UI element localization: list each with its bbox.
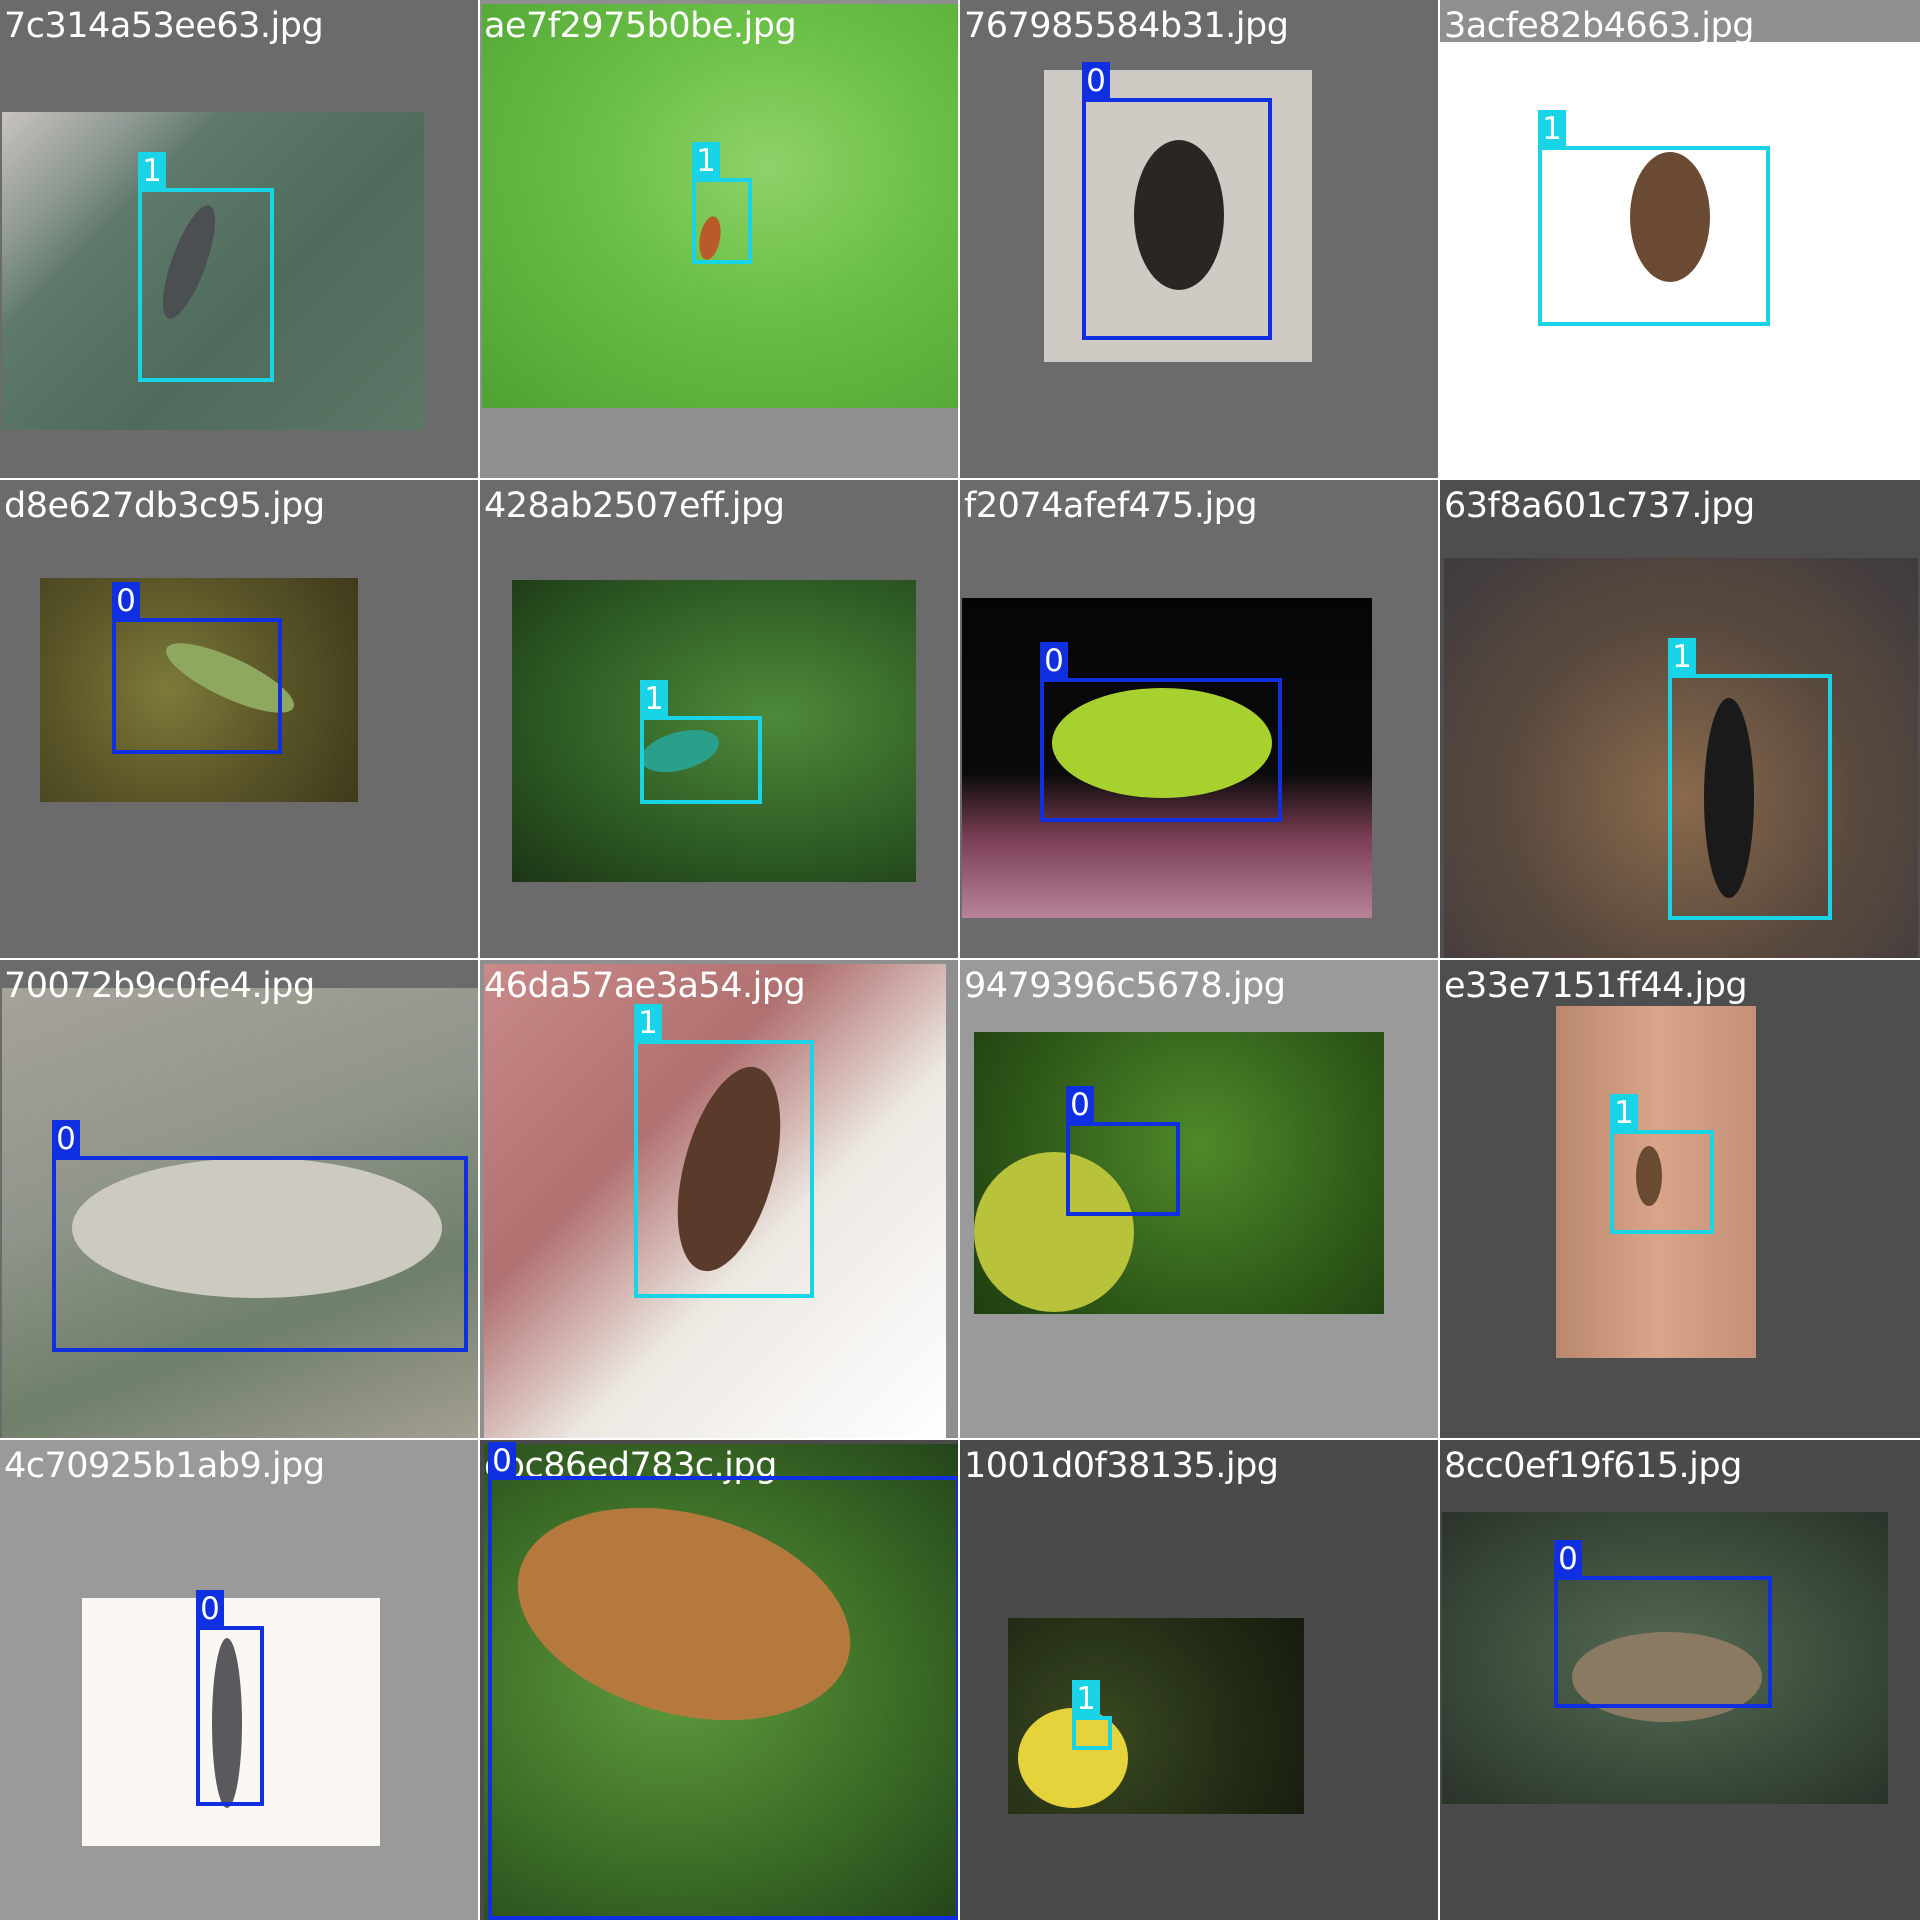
bounding-box [1554, 1576, 1772, 1708]
bounding-box [488, 1476, 958, 1920]
filename-label: 3acfe82b4663.jpg [1444, 6, 1754, 46]
filename-label: d8e627db3c95.jpg [4, 486, 325, 526]
bounding-box [640, 716, 762, 804]
bounding-box [1066, 1122, 1180, 1216]
filename-label: 8cc0ef19f615.jpg [1444, 1446, 1742, 1486]
tile-12: e33e7151ff44.jpg 1 [1440, 960, 1920, 1438]
bounding-box [1668, 674, 1832, 920]
class-tag: 1 [1610, 1094, 1638, 1132]
filename-label: 70072b9c0fe4.jpg [4, 966, 315, 1006]
filename-label: 46da57ae3a54.jpg [484, 966, 806, 1006]
filename-label: 767985584b31.jpg [964, 6, 1289, 46]
bounding-box [692, 178, 752, 264]
bounding-box [52, 1156, 468, 1352]
photo [1008, 1618, 1304, 1814]
filename-label: 428ab2507eff.jpg [484, 486, 785, 526]
filename-label: f2074afef475.jpg [964, 486, 1258, 526]
tile-9: 70072b9c0fe4.jpg 0 [0, 960, 478, 1438]
tile-5: d8e627db3c95.jpg 0 [0, 480, 478, 958]
class-tag: 1 [692, 142, 720, 180]
class-tag: 0 [1082, 62, 1110, 100]
class-tag: 1 [634, 1004, 662, 1042]
tile-2: ae7f2975b0be.jpg 1 [480, 0, 958, 478]
bounding-box [1040, 678, 1282, 822]
filename-label: 9479396c5678.jpg [964, 966, 1286, 1006]
filename-label: 4c70925b1ab9.jpg [4, 1446, 325, 1486]
class-tag: 1 [138, 152, 166, 190]
class-tag: 0 [112, 582, 140, 620]
filename-label: 1001d0f38135.jpg [964, 1446, 1279, 1486]
bounding-box [196, 1626, 264, 1806]
class-tag: 0 [52, 1120, 80, 1158]
filename-label: e33e7151ff44.jpg [1444, 966, 1748, 1006]
tile-7: f2074afef475.jpg 0 [960, 480, 1438, 958]
tile-16: 8cc0ef19f615.jpg 0 [1440, 1440, 1920, 1920]
filename-label: 7c314a53ee63.jpg [4, 6, 324, 46]
tile-10: 46da57ae3a54.jpg 1 [480, 960, 958, 1438]
bounding-box [1610, 1130, 1714, 1234]
tile-4: 3acfe82b4663.jpg 1 [1440, 0, 1920, 478]
tile-8: 63f8a601c737.jpg 1 [1440, 480, 1920, 958]
class-tag: 0 [488, 1442, 516, 1480]
tile-14: cbc86ed783c.jpg 0 [480, 1440, 958, 1920]
tile-3: 767985584b31.jpg 0 [960, 0, 1438, 478]
tile-15: 1001d0f38135.jpg 1 [960, 1440, 1438, 1920]
bounding-box [634, 1040, 814, 1298]
class-tag: 0 [1066, 1086, 1094, 1124]
tile-1: 7c314a53ee63.jpg 1 [0, 0, 478, 478]
class-tag: 0 [1554, 1540, 1582, 1578]
class-tag: 0 [196, 1590, 224, 1628]
mosaic-grid: 7c314a53ee63.jpg 1 ae7f2975b0be.jpg 1 76… [0, 0, 1920, 1920]
bounding-box [1072, 1716, 1112, 1750]
tile-11: 9479396c5678.jpg 0 [960, 960, 1438, 1438]
filename-label: ae7f2975b0be.jpg [484, 6, 797, 46]
tile-13: 4c70925b1ab9.jpg 0 [0, 1440, 478, 1920]
bounding-box [1538, 146, 1770, 326]
class-tag: 0 [1040, 642, 1068, 680]
bounding-box [112, 618, 282, 754]
class-tag: 1 [640, 680, 668, 718]
class-tag: 1 [1668, 638, 1696, 676]
class-tag: 1 [1072, 1680, 1100, 1718]
bounding-box [138, 188, 274, 382]
filename-label: 63f8a601c737.jpg [1444, 486, 1755, 526]
class-tag: 1 [1538, 110, 1566, 148]
tile-6: 428ab2507eff.jpg 1 [480, 480, 958, 958]
bounding-box [1082, 98, 1272, 340]
